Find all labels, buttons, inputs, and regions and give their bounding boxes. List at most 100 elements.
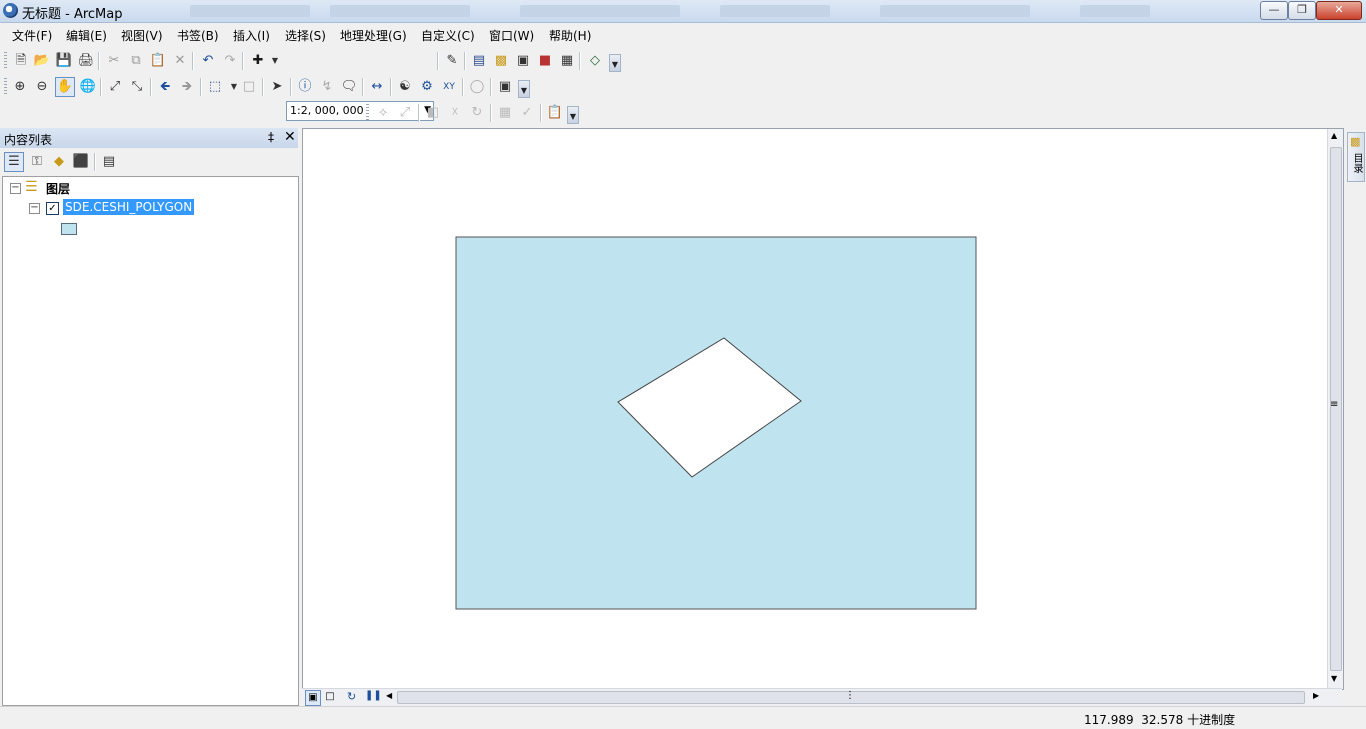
toolbar-grip[interactable]	[4, 52, 7, 70]
html-popup-icon[interactable]: 🗨	[340, 78, 358, 96]
list-by-source-icon[interactable]: ⚿	[28, 153, 46, 171]
collapse-toggle[interactable]: −	[29, 203, 40, 214]
redo-icon[interactable]: ↷	[221, 52, 239, 70]
arctoolbox-icon[interactable]: ■	[536, 52, 554, 70]
clear-selection-icon[interactable]: □	[240, 78, 258, 96]
find-route-icon[interactable]: ⚙	[418, 78, 436, 96]
refresh-icon[interactable]: ↻	[347, 690, 356, 703]
catalog-icon: ▩	[1350, 135, 1361, 148]
data-view-icon[interactable]: ▣	[305, 690, 321, 706]
menu-file[interactable]: 文件(F)	[12, 27, 52, 44]
add-data-icon[interactable]: ✚	[249, 52, 267, 70]
catalog-dock-tab[interactable]: ▩ 目录	[1347, 132, 1365, 182]
forward-arrow-icon[interactable]: 🡺	[178, 78, 196, 96]
layer-name-selected[interactable]: SDE.CESHI_POLYGON	[63, 199, 195, 215]
rotate-tool-icon[interactable]: ↻	[468, 104, 486, 122]
toolbar-overflow-arrow[interactable]: ▼	[518, 80, 530, 98]
taskbar-ghost	[520, 5, 680, 17]
restore-button[interactable]: ❐	[1288, 1, 1316, 20]
close-button[interactable]: ✕	[1316, 1, 1362, 20]
options-icon[interactable]: ▤	[100, 153, 118, 171]
select-elements-arrow-icon[interactable]: ➤	[268, 78, 286, 96]
coordinates-readout: 117.989 32.578 十进制度	[1084, 711, 1235, 728]
fixed-zoom-out-icon[interactable]: ⤡	[128, 78, 146, 96]
map-canvas[interactable]	[303, 129, 1327, 687]
toolbar-grip[interactable]	[4, 78, 7, 96]
data-frame-label[interactable]: 图层	[46, 180, 70, 197]
go-to-xy-icon[interactable]: XY	[440, 78, 458, 96]
modelbuilder-icon[interactable]: ◇	[586, 52, 604, 70]
create-features-icon[interactable]: 📋	[546, 104, 564, 122]
cut-polygons-icon[interactable]: ◧	[424, 104, 442, 122]
menu-customize[interactable]: 自定义(C)	[421, 27, 475, 44]
chevron-down-icon[interactable]: ▼	[266, 52, 284, 70]
back-arrow-icon[interactable]: 🡸	[156, 78, 174, 96]
list-by-selection-icon[interactable]: ⬛	[72, 153, 90, 171]
catalog-window-icon[interactable]: ▩	[492, 52, 510, 70]
search-window-icon[interactable]: ▣	[514, 52, 532, 70]
menu-geoprocessing[interactable]: 地理处理(G)	[340, 27, 407, 44]
menu-windows[interactable]: 窗口(W)	[489, 27, 534, 44]
fixed-zoom-in-icon[interactable]: ⤢	[106, 78, 124, 96]
pause-drawing-icon[interactable]: ❚❚	[365, 690, 382, 701]
menu-insert[interactable]: 插入(I)	[233, 27, 270, 44]
minimize-button[interactable]: —	[1260, 1, 1288, 20]
open-folder-icon[interactable]: 📂	[33, 52, 51, 70]
attributes-icon[interactable]: ▦	[496, 104, 514, 122]
coordinate-units: 十进制度	[1187, 713, 1236, 727]
scroll-right-arrow-icon[interactable]: ▶	[1313, 691, 1319, 700]
edit-vertices-icon[interactable]: ⟡	[374, 104, 392, 122]
collapse-toggle[interactable]: −	[10, 183, 21, 194]
table-of-contents-icon[interactable]: ▤	[470, 52, 488, 70]
magnifier-window-icon[interactable]: ▣	[496, 78, 514, 96]
taskbar-ghost	[720, 5, 830, 17]
menu-view[interactable]: 视图(V)	[121, 27, 163, 44]
auto-hide-pin-icon[interactable]: ‡	[268, 130, 274, 144]
toc-header: 内容列表 ‡ ✕	[0, 128, 298, 148]
map-display[interactable]	[302, 128, 1344, 690]
toolbar-overflow-arrow[interactable]: ▼	[567, 106, 579, 124]
taskbar-ghost	[880, 5, 1030, 17]
find-binoculars-icon[interactable]: ☯	[396, 78, 414, 96]
status-bar: 117.989 32.578 十进制度	[0, 706, 1366, 729]
scroll-down-arrow-icon[interactable]: ▼	[1331, 674, 1337, 683]
menu-bookmarks[interactable]: 书签(B)	[177, 27, 219, 44]
list-by-visibility-icon[interactable]: ◆	[50, 153, 68, 171]
layout-view-icon[interactable]: □	[323, 690, 337, 704]
delete-icon[interactable]: ✕	[171, 52, 189, 70]
python-window-icon[interactable]: ▦	[558, 52, 576, 70]
hyperlink-lightning-icon[interactable]: ↯	[318, 78, 336, 96]
layer-visibility-checkbox[interactable]: ✓	[46, 202, 59, 215]
reshape-icon[interactable]: ⤢	[396, 104, 414, 122]
close-icon[interactable]: ✕	[284, 129, 296, 145]
save-icon[interactable]: 💾	[55, 52, 73, 70]
right-dock-strip: ▩ 目录	[1344, 128, 1366, 706]
sketch-properties-icon[interactable]: ✓	[518, 104, 536, 122]
time-slider-icon[interactable]: ◯	[468, 78, 486, 96]
menu-help[interactable]: 帮助(H)	[549, 27, 591, 44]
pan-hand-icon[interactable]: ✋	[55, 77, 75, 97]
toolbar-grip[interactable]	[366, 104, 369, 122]
vertical-scrollbar[interactable]: ▲ ≡ ▼	[1327, 129, 1343, 688]
scroll-left-arrow-icon[interactable]: ◀	[386, 691, 392, 700]
layer-symbol-swatch[interactable]	[61, 223, 77, 235]
measure-ruler-icon[interactable]: ↔	[368, 78, 386, 96]
paste-icon[interactable]: 📋	[149, 52, 167, 70]
editor-toolbar-icon[interactable]: ✎	[443, 52, 461, 70]
toolbar-overflow-arrow[interactable]: ▼	[609, 54, 621, 72]
zoom-in-icon[interactable]: ⊕	[11, 78, 29, 96]
list-by-drawing-order-icon[interactable]: ☰	[4, 152, 24, 172]
menu-edit[interactable]: 编辑(E)	[66, 27, 107, 44]
undo-icon[interactable]: ↶	[199, 52, 217, 70]
select-features-icon[interactable]: ⬚	[206, 78, 224, 96]
menu-selection[interactable]: 选择(S)	[285, 27, 326, 44]
scroll-up-arrow-icon[interactable]: ▲	[1331, 131, 1337, 140]
split-tool-icon[interactable]: ☓	[446, 104, 464, 122]
cut-icon[interactable]: ✂	[105, 52, 123, 70]
full-extent-globe-icon[interactable]: 🌐	[79, 78, 97, 96]
new-document-icon[interactable]: 🗎	[12, 52, 30, 70]
zoom-out-icon[interactable]: ⊖	[33, 78, 51, 96]
copy-icon[interactable]: ⧉	[127, 52, 145, 70]
print-icon[interactable]: 🖨	[77, 52, 95, 70]
identify-info-icon[interactable]: ⓘ	[296, 78, 314, 96]
